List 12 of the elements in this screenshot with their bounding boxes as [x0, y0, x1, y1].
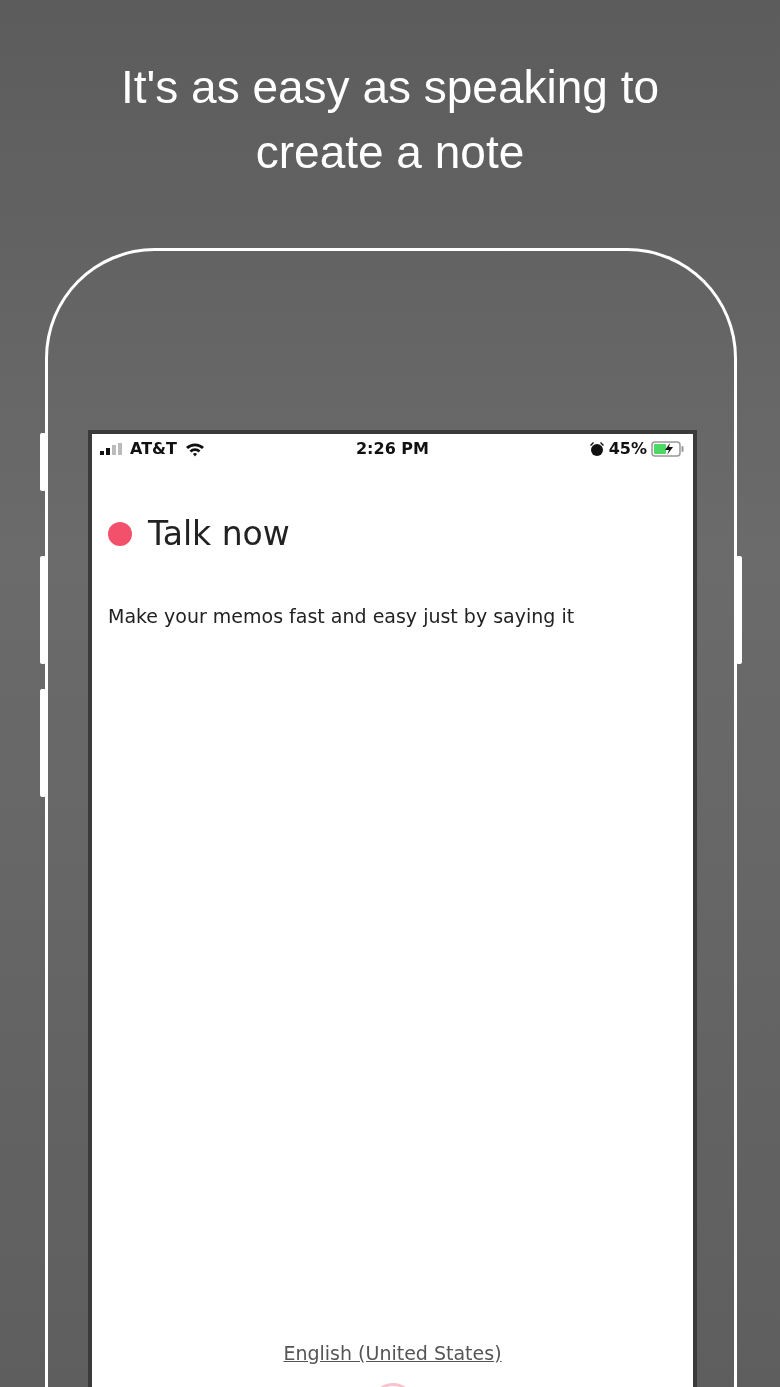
- alarm-icon: [588, 441, 605, 457]
- language-link[interactable]: English (United States): [283, 1341, 502, 1364]
- subtitle: Make your memos fast and easy just by saying it: [108, 604, 576, 629]
- battery-icon: [651, 441, 685, 457]
- recording-dot-icon: [108, 522, 132, 546]
- screen-title: Talk now: [148, 514, 290, 554]
- battery-percent: 45%: [608, 438, 647, 460]
- signal-icon: [100, 443, 122, 455]
- carrier-label: AT&T: [130, 438, 177, 460]
- clock-time: 2:26 PM: [356, 439, 429, 458]
- headline: It's as easy as speaking to create a note: [119, 60, 661, 180]
- wifi-icon: [184, 441, 205, 457]
